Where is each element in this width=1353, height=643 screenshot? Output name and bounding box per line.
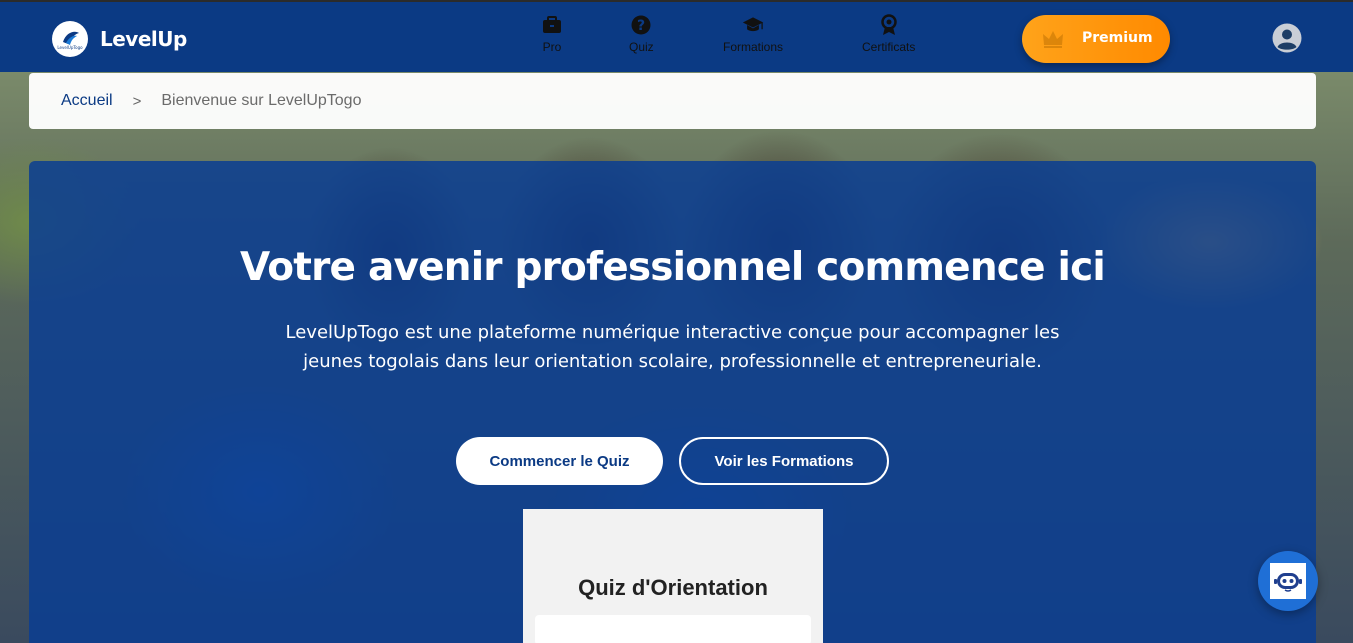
nav-item-label: Quiz bbox=[629, 40, 654, 54]
chatbot-button[interactable] bbox=[1258, 551, 1318, 611]
award-icon bbox=[878, 14, 900, 36]
quiz-card-inner-panel bbox=[535, 615, 811, 643]
nav-item-label: Formations bbox=[723, 40, 784, 54]
quiz-card-title: Quiz d'Orientation bbox=[578, 575, 768, 600]
breadcrumb-home-link[interactable]: Accueil bbox=[61, 92, 113, 110]
user-circle-icon[interactable] bbox=[1272, 23, 1302, 53]
hero-description: LevelUpTogo est une plateforme numérique… bbox=[285, 322, 1060, 372]
nav-item-label: Certificats bbox=[862, 40, 916, 54]
crown-icon bbox=[1043, 31, 1063, 48]
graduation-cap-icon bbox=[742, 14, 764, 36]
view-formations-button[interactable]: Voir les Formations bbox=[679, 437, 889, 485]
brand-name: LevelUp bbox=[100, 27, 187, 51]
breadcrumb-separator: > bbox=[132, 92, 142, 110]
logo-badge-icon: LevelUpTogo bbox=[52, 21, 88, 57]
question-circle-icon: ? bbox=[630, 14, 652, 36]
nav-item-certificats[interactable]: Certificats bbox=[862, 14, 915, 54]
premium-label: Premium bbox=[1082, 30, 1153, 46]
start-quiz-button[interactable]: Commencer le Quiz bbox=[456, 437, 663, 485]
briefcase-icon bbox=[541, 14, 563, 36]
premium-button[interactable]: Premium bbox=[1022, 15, 1170, 63]
nav-item-formations[interactable]: Formations bbox=[723, 14, 783, 54]
breadcrumb-current: Bienvenue sur LevelUpTogo bbox=[161, 92, 362, 109]
robot-icon bbox=[1270, 563, 1306, 599]
top-navbar: LevelUpTogo LevelUp Pro ? Quiz Formation… bbox=[0, 0, 1353, 72]
svg-text:?: ? bbox=[637, 18, 645, 34]
nav-item-pro[interactable]: Pro bbox=[541, 14, 563, 54]
logo-badge-text: LevelUpTogo bbox=[57, 45, 83, 50]
nav-item-quiz[interactable]: ? Quiz bbox=[629, 14, 654, 54]
breadcrumb: Accueil > Bienvenue sur LevelUpTogo bbox=[29, 73, 1316, 129]
nav-item-label: Pro bbox=[542, 40, 562, 54]
brand-logo[interactable]: LevelUpTogo LevelUp bbox=[52, 21, 187, 57]
quiz-card: Quiz d'Orientation bbox=[523, 509, 823, 643]
hero-title: Votre avenir professionnel commence ici bbox=[240, 245, 1106, 290]
